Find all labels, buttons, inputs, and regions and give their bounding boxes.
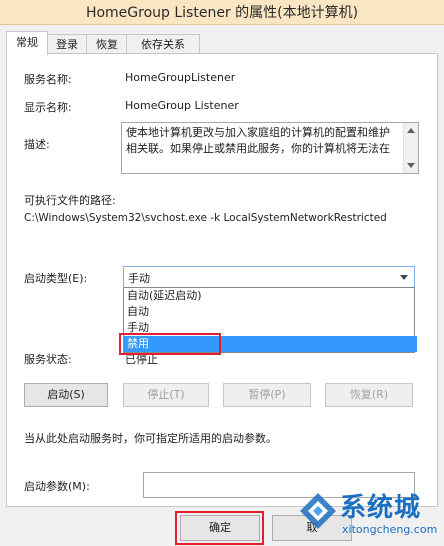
window-title: HomeGroup Listener 的属性(本地计算机) (85, 5, 359, 21)
watermark-url: xitongcheng.com (342, 523, 438, 536)
chevron-down-icon[interactable] (400, 275, 408, 280)
tab-recovery[interactable]: 恢复 (86, 34, 128, 54)
service-status-label: 服务状态: (24, 353, 72, 366)
option-auto-delayed[interactable]: 自动(延迟启动) (124, 288, 417, 304)
watermark-logo-icon (300, 493, 336, 529)
tab-dependencies[interactable]: 依存关系 (126, 34, 200, 54)
tab-logon[interactable]: 登录 (46, 34, 88, 54)
option-auto[interactable]: 自动 (124, 304, 417, 320)
exe-path-label: 可执行文件的路径: (24, 194, 116, 207)
exe-path-value: C:\Windows\System32\svchost.exe -k Local… (24, 212, 387, 224)
annotation-box-ok (175, 511, 264, 545)
site-watermark: 系统城 xitongcheng.com (296, 485, 444, 546)
startup-type-select[interactable]: 手动 (123, 266, 415, 288)
tab-general[interactable]: 常规 (6, 31, 48, 55)
resume-button[interactable]: 恢复(R) (325, 383, 413, 407)
scroll-down-icon[interactable] (407, 163, 415, 168)
display-name-label: 显示名称: (24, 101, 72, 114)
start-params-label: 启动参数(M): (24, 480, 90, 493)
dialog-client: 常规 登录 恢复 依存关系 服务名称: HomeGroupListener 显示… (0, 25, 444, 546)
start-params-hint: 当从此处启动服务时，你可指定所适用的启动参数。 (24, 432, 277, 445)
annotation-box-disabled (119, 333, 221, 355)
pause-button[interactable]: 暂停(P) (223, 383, 311, 407)
service-name-value: HomeGroupListener (125, 71, 236, 84)
description-text: 使本地计算机更改与加入家庭组的计算机的配置和维护相关联。如果停止或禁用此服务，你… (126, 126, 390, 155)
start-button[interactable]: 启动(S) (24, 383, 108, 407)
startup-type-label: 启动类型(E): (24, 272, 88, 285)
description-label: 描述: (24, 138, 50, 151)
description-box[interactable]: 使本地计算机更改与加入家庭组的计算机的配置和维护相关联。如果停止或禁用此服务，你… (121, 122, 419, 174)
service-name-label: 服务名称: (24, 73, 72, 86)
general-panel: 服务名称: HomeGroupListener 显示名称: HomeGroup … (6, 53, 438, 507)
title-bar: HomeGroup Listener 的属性(本地计算机) (0, 0, 444, 25)
startup-type-value: 手动 (128, 272, 150, 285)
scroll-up-icon[interactable] (407, 128, 415, 133)
display-name-value: HomeGroup Listener (125, 99, 239, 112)
description-scrollbar[interactable] (403, 123, 418, 173)
stop-button[interactable]: 停止(T) (123, 383, 209, 407)
watermark-text: 系统城 (340, 493, 422, 523)
